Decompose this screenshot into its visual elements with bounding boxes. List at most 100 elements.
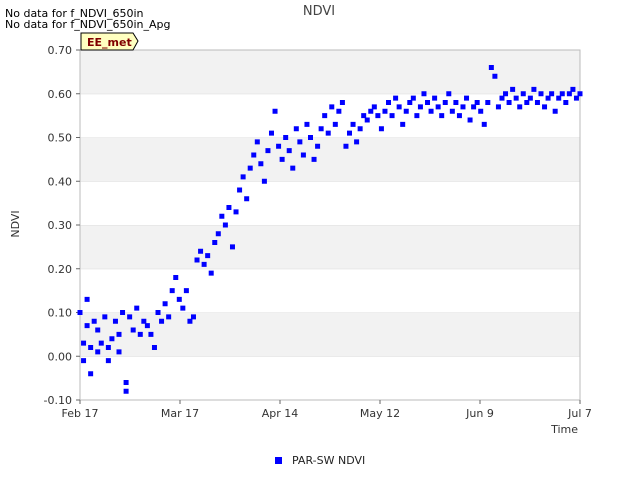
data-point (251, 152, 257, 158)
data-point (95, 327, 101, 333)
data-point (520, 91, 526, 97)
data-point (162, 301, 168, 307)
data-point (307, 135, 313, 140)
data-point (127, 314, 133, 320)
data-point (159, 318, 165, 324)
data-point (488, 65, 494, 70)
data-point (237, 187, 243, 193)
data-point (102, 314, 108, 320)
grid-band (80, 225, 580, 269)
data-point (105, 358, 111, 364)
data-point (81, 358, 87, 364)
data-point (485, 100, 491, 105)
data-point (84, 296, 90, 302)
data-point (84, 323, 90, 329)
data-point (428, 108, 434, 114)
data-point (531, 86, 537, 92)
y-tick-label: 0.60 (48, 88, 73, 101)
data-point (279, 156, 285, 162)
data-point (573, 95, 579, 101)
y-tick-label: 0.70 (48, 44, 73, 57)
site-badge: EE_met (80, 32, 139, 51)
data-point (432, 95, 438, 101)
data-point (201, 261, 207, 267)
data-point (123, 380, 129, 385)
data-point (357, 126, 363, 132)
data-point (347, 130, 353, 136)
data-point (577, 91, 583, 97)
x-tick-label: Apr 14 (262, 407, 299, 420)
y-axis-label: NDVI (9, 210, 22, 237)
x-axis-label: Time (550, 423, 578, 436)
y-tick-label: 0.50 (48, 132, 73, 145)
legend: PAR-SW NDVI (275, 454, 365, 467)
data-point (542, 104, 548, 110)
data-point (88, 371, 94, 377)
data-point (421, 91, 427, 97)
data-point (169, 288, 175, 294)
data-point (471, 104, 477, 110)
data-point (151, 345, 157, 350)
data-point (449, 108, 455, 114)
data-point (329, 104, 335, 110)
data-point (503, 91, 509, 97)
data-point (198, 248, 204, 254)
data-point (460, 104, 466, 110)
data-point (410, 95, 416, 101)
y-axis: -0.10 0.00 0.10 0.20 0.30 0.40 0.50 0.60 0.70 (44, 44, 80, 407)
data-point (389, 113, 395, 119)
data-point (105, 345, 111, 350)
data-point (116, 349, 122, 355)
data-point (478, 108, 484, 114)
data-point (375, 113, 381, 119)
data-point (116, 331, 122, 337)
y-tick-label: 0.10 (48, 307, 73, 320)
data-point (166, 314, 172, 320)
grid-band (80, 50, 580, 94)
data-point (566, 91, 572, 97)
data-point (417, 104, 423, 110)
data-point (205, 253, 211, 259)
data-point (254, 139, 260, 145)
data-point (261, 178, 267, 184)
data-point (570, 86, 576, 92)
data-point (396, 104, 402, 110)
data-point (141, 318, 147, 324)
data-point (425, 100, 431, 105)
data-point (414, 113, 420, 119)
data-point (549, 91, 555, 97)
data-point (219, 213, 225, 219)
data-point (382, 108, 388, 114)
data-point (400, 121, 406, 127)
data-point (339, 100, 345, 105)
data-point (315, 143, 321, 149)
grid-band (80, 356, 580, 400)
data-point (144, 323, 150, 329)
chart-title: NDVI (303, 4, 335, 19)
x-tick-label: May 12 (360, 407, 400, 420)
data-point (371, 104, 377, 110)
data-point (286, 148, 292, 154)
data-point (393, 95, 399, 101)
data-point (88, 345, 94, 350)
data-point (350, 121, 356, 127)
data-point (361, 113, 367, 119)
data-point (112, 318, 118, 324)
data-point (173, 275, 179, 280)
data-point (322, 113, 328, 119)
data-point (176, 296, 182, 302)
ndvi-chart: NDVI -0.10 0.00 0.10 0.20 0.30 0.40 0.50 0.60 0.… (9, 4, 592, 467)
data-point (559, 91, 565, 97)
data-point (81, 340, 87, 346)
data-point (318, 126, 324, 132)
site-badge-label: EE_met (87, 36, 132, 49)
data-point (552, 108, 558, 114)
data-point (534, 100, 540, 105)
data-point (336, 108, 342, 114)
grid-band (80, 268, 580, 313)
data-point (258, 161, 264, 167)
grid-band (80, 137, 580, 182)
data-point (247, 165, 253, 171)
y-tick-label: 0.30 (48, 219, 73, 232)
data-point (467, 117, 473, 123)
